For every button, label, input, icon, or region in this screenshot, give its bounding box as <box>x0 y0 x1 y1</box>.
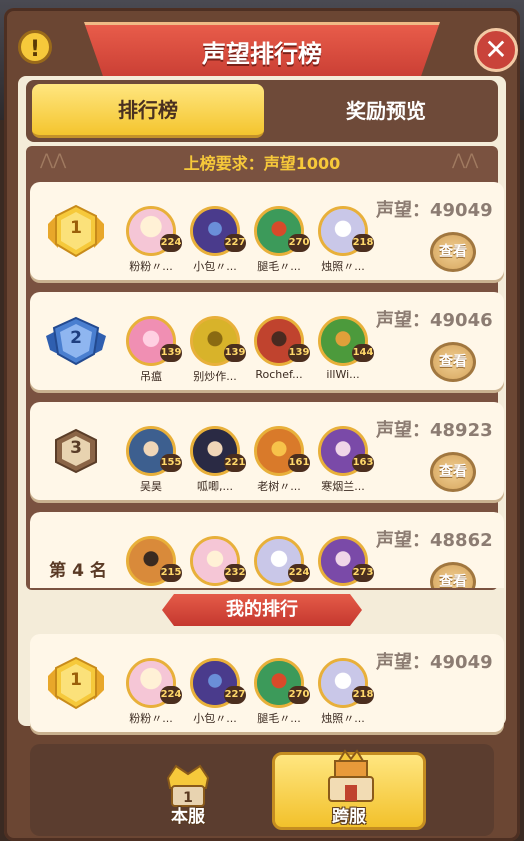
hero-level: 224 <box>160 686 182 704</box>
hero-level: 144 <box>352 344 374 362</box>
local-server-button[interactable]: 1 本服 <box>110 752 266 830</box>
ranking-requirement: 上榜要求：声望1000 <box>183 154 341 173</box>
player-name: 烛照〃... <box>321 712 365 725</box>
hero-level: 224 <box>160 234 182 252</box>
player-name: 粉粉〃... <box>129 260 173 273</box>
ranking-row-2: 2 139 吊瘟 139 别炒作... 139 Rochef... 144 il… <box>30 292 504 390</box>
cross-server-button[interactable]: 跨服 <box>272 749 426 830</box>
player-name: 粉粉〃... <box>129 712 173 725</box>
player-name: 别炒作... <box>193 370 237 383</box>
view-button[interactable]: 查看 <box>430 562 476 588</box>
rank-number: 1 <box>70 670 82 690</box>
prestige-value: 声望：48923 <box>376 420 493 441</box>
view-button[interactable]: 查看 <box>430 452 476 492</box>
hero-level: 218 <box>352 234 374 252</box>
my-ranking-banner: 我的排行 <box>162 594 362 626</box>
ranking-row-4: 第 4 名 215 232 224 273 声望：48862 查看 <box>30 512 504 588</box>
hero-level: 227 <box>224 234 246 252</box>
prestige-value: 声望：49049 <box>376 200 493 221</box>
player-name: 呱唧,... <box>197 480 233 493</box>
rank-number: 1 <box>70 218 82 238</box>
player-name: 小包〃... <box>193 260 237 273</box>
player-name: 老树〃... <box>257 480 301 493</box>
ranking-row-3: 3 155 吴昊 221 呱唧,... 161 老树〃... 163 寒烟兰..… <box>30 402 504 500</box>
player-name: illWi... <box>326 368 360 381</box>
tab-reward-preview[interactable]: 奖励预览 <box>270 84 502 138</box>
hero-level: 139 <box>288 344 310 362</box>
prestige-value: 声望：49046 <box>376 310 493 331</box>
hero-level: 270 <box>288 686 310 704</box>
prestige-value: 声望：49049 <box>376 652 493 673</box>
hero-level: 161 <box>288 454 310 472</box>
close-button[interactable]: ✕ <box>474 28 518 72</box>
player-name: 吴昊 <box>140 480 162 493</box>
rank-number: 2 <box>70 328 82 348</box>
ranking-row-1: 1 224 粉粉〃... 227 小包〃... 270 腿毛〃... 218 烛… <box>30 182 504 280</box>
info-button[interactable]: ! <box>18 30 52 64</box>
local-server-label: 本服 <box>171 807 205 827</box>
player-name: 烛照〃... <box>321 260 365 273</box>
rank-number: 第 4 名 <box>49 561 107 581</box>
ranking-row-4-clip: 第 4 名 215 232 224 273 声望：48862 查看 <box>30 512 504 588</box>
crown-server-icon: 1 <box>166 764 210 807</box>
player-name: 吊瘟 <box>140 370 162 383</box>
view-button[interactable]: 查看 <box>430 342 476 382</box>
rank-number: 3 <box>70 438 82 458</box>
player-name: 腿毛〃... <box>257 260 301 273</box>
castle-crown-icon <box>328 749 374 802</box>
hero-level: 273 <box>352 564 374 582</box>
hero-level: 215 <box>160 564 182 582</box>
hero-level: 139 <box>224 344 246 362</box>
prestige-value: 声望：48862 <box>376 530 493 551</box>
hero-level: 218 <box>352 686 374 704</box>
hero-level: 221 <box>224 454 246 472</box>
hero-level: 224 <box>288 564 310 582</box>
player-name: 腿毛〃... <box>257 712 301 725</box>
hero-level: 163 <box>352 454 374 472</box>
cross-server-label: 跨服 <box>332 807 366 827</box>
player-name: 寒烟兰... <box>321 480 365 493</box>
tab-ranking[interactable]: 排行榜 <box>32 84 264 138</box>
hero-level: 232 <box>224 564 246 582</box>
hero-level: 270 <box>288 234 310 252</box>
view-button[interactable]: 查看 <box>430 232 476 272</box>
page-title: 声望排行榜 <box>202 40 322 68</box>
player-name: Rochef... <box>255 368 303 381</box>
hero-level: 155 <box>160 454 182 472</box>
hero-level: 139 <box>160 344 182 362</box>
my-ranking-row: 1 224 粉粉〃... 227 小包〃... 270 腿毛〃... 218 烛… <box>30 634 504 732</box>
player-name: 小包〃... <box>193 712 237 725</box>
hero-level: 227 <box>224 686 246 704</box>
